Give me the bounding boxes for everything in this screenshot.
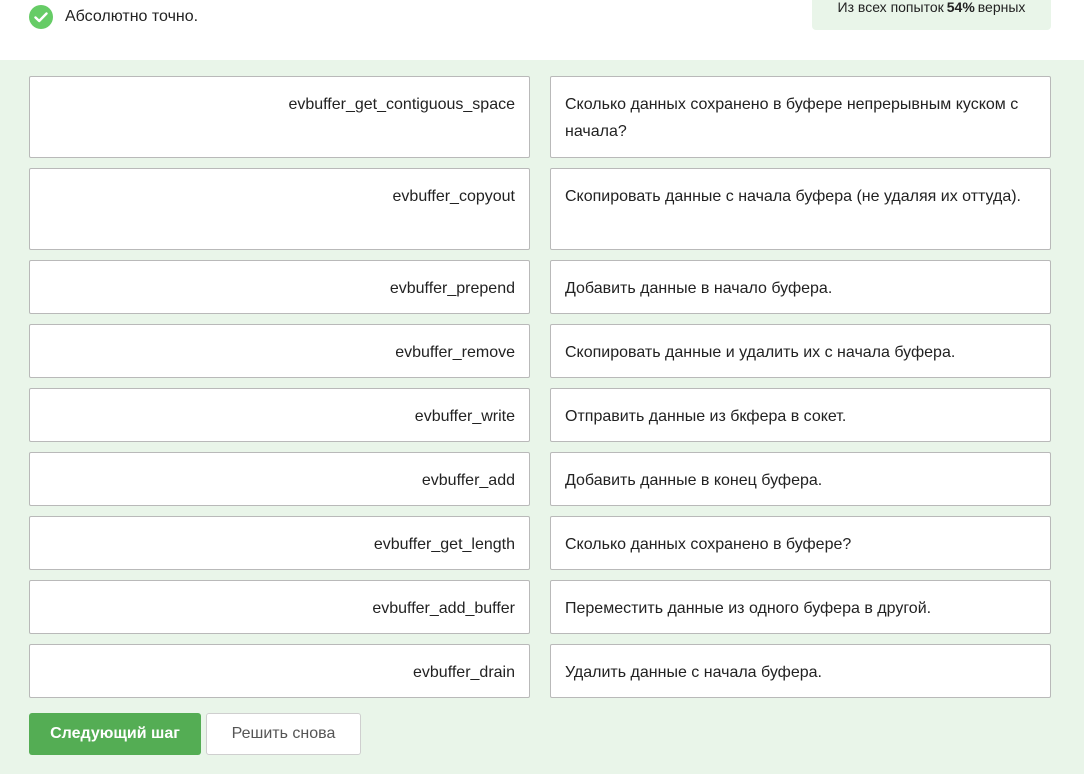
feedback-bar: Абсолютно точно. Из всех попыток 54% вер… — [0, 0, 1084, 60]
definition-label: Скопировать данные и удалить их с начала… — [565, 344, 956, 361]
term-label: evbuffer_write — [414, 408, 515, 425]
definition-card: Сколько данных сохранено в буфере непрер… — [550, 76, 1051, 158]
term-label: evbuffer_get_length — [373, 536, 515, 553]
definition-label: Скопировать данные с начала буфера (не у… — [565, 188, 1021, 205]
definition-label: Переместить данные из одного буфера в др… — [565, 600, 932, 617]
definition-label: Сколько данных сохранено в буфере непрер… — [565, 96, 1019, 140]
definition-card: Скопировать данные и удалить их с начала… — [550, 324, 1051, 378]
definition-card: Добавить данные в конец буфера. — [550, 452, 1051, 506]
term-label: evbuffer_add_buffer — [372, 600, 515, 617]
term-card[interactable]: evbuffer_copyout — [29, 168, 530, 250]
term-label: evbuffer_copyout — [392, 188, 515, 205]
term-card[interactable]: evbuffer_add — [29, 452, 530, 506]
definition-card: Скопировать данные с начала буфера (не у… — [550, 168, 1051, 250]
next-step-button[interactable]: Следующий шаг — [29, 713, 201, 755]
term-card[interactable]: evbuffer_prepend — [29, 260, 530, 314]
term-label: evbuffer_get_contiguous_space — [288, 96, 515, 113]
status-message: Абсолютно точно. — [29, 5, 198, 29]
term-label: evbuffer_add — [421, 472, 515, 489]
definition-card: Отправить данные из бкфера в сокет. — [550, 388, 1051, 442]
definition-label: Сколько данных сохранено в буфере? — [565, 536, 852, 553]
term-card[interactable]: evbuffer_write — [29, 388, 530, 442]
term-card[interactable]: evbuffer_add_buffer — [29, 580, 530, 634]
term-card[interactable]: evbuffer_remove — [29, 324, 530, 378]
attempts-percent: 54% — [946, 0, 975, 15]
attempts-prefix: Из всех попыток — [837, 0, 944, 15]
definition-label: Удалить данные с начала буфера. — [565, 664, 822, 681]
term-card[interactable]: evbuffer_get_contiguous_space — [29, 76, 530, 158]
definition-label: Отправить данные из бкфера в сокет. — [565, 408, 847, 425]
definition-label: Добавить данные в начало буфера. — [565, 280, 833, 297]
term-label: evbuffer_drain — [413, 664, 515, 681]
check-circle-icon — [29, 5, 53, 29]
term-label: evbuffer_remove — [395, 344, 515, 361]
definition-card: Добавить данные в начало буфера. — [550, 260, 1051, 314]
term-label: evbuffer_prepend — [389, 280, 515, 297]
definition-label: Добавить данные в конец буфера. — [565, 472, 823, 489]
definition-card: Удалить данные с начала буфера. — [550, 644, 1051, 698]
status-text: Абсолютно точно. — [65, 8, 199, 25]
term-card[interactable]: evbuffer_get_length — [29, 516, 530, 570]
term-card[interactable]: evbuffer_drain — [29, 644, 530, 698]
attempts-stats: Из всех попыток 54% верных — [812, 0, 1051, 30]
attempts-suffix: верных — [977, 0, 1026, 15]
definition-card: Переместить данные из одного буфера в др… — [550, 580, 1051, 634]
retry-button[interactable]: Решить снова — [206, 713, 361, 755]
definition-card: Сколько данных сохранено в буфере? — [550, 516, 1051, 570]
